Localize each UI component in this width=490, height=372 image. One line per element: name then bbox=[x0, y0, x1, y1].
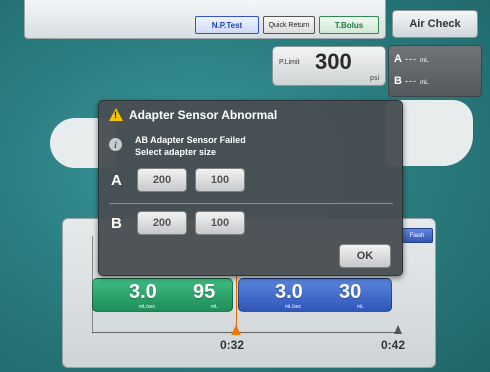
pressure-limit-label: P.Limit bbox=[279, 59, 300, 66]
time-marker-icon[interactable] bbox=[231, 325, 241, 335]
ok-button[interactable]: OK bbox=[339, 244, 391, 268]
pressure-limit-unit: psi bbox=[370, 75, 379, 82]
marker-time-label: 0:32 bbox=[220, 338, 245, 352]
volume-readout-panel: A --- mL B --- mL bbox=[388, 45, 482, 97]
volume-a-row: A --- mL bbox=[394, 53, 428, 65]
pressure-limit-panel[interactable]: P.Limit 300 psi bbox=[272, 46, 386, 86]
dialog-message-line1: AB Adapter Sensor Failed bbox=[135, 135, 246, 145]
volume-a-label: A bbox=[394, 53, 402, 65]
dialog-title: Adapter Sensor Abnormal bbox=[129, 108, 278, 122]
volume-a-unit: mL bbox=[420, 58, 429, 64]
volume-b-row: B --- mL bbox=[394, 75, 428, 87]
phase-b-block[interactable]: 3.0 mL/sec 30 mL bbox=[238, 278, 392, 312]
warning-triangle-icon: ! bbox=[109, 108, 123, 121]
row-b-label: B bbox=[111, 215, 122, 232]
end-marker-icon bbox=[394, 325, 402, 334]
phase-b-volume-unit: mL bbox=[357, 304, 364, 310]
np-test-button[interactable]: N.P.Test bbox=[195, 16, 259, 34]
quick-return-button[interactable]: Quick Return bbox=[263, 16, 315, 34]
flash-button[interactable]: Flash bbox=[401, 228, 433, 243]
end-time-label: 0:42 bbox=[381, 338, 406, 352]
row-a-label: A bbox=[111, 172, 122, 189]
row-b-200-button[interactable]: 200 bbox=[137, 211, 187, 235]
air-check-button[interactable]: Air Check bbox=[392, 10, 478, 38]
phase-a-block[interactable]: 3.0 mL/sec 95 mL bbox=[92, 278, 233, 312]
pressure-limit-value: 300 bbox=[315, 49, 352, 74]
top-toolbar: N.P.Test Quick Return T.Bolus bbox=[24, 0, 386, 39]
volume-b-unit: mL bbox=[420, 80, 429, 86]
info-icon: i bbox=[109, 138, 122, 151]
timeline-axis bbox=[92, 332, 400, 333]
dialog-separator bbox=[109, 203, 393, 204]
phase-a-rate: 3.0 bbox=[129, 281, 157, 303]
t-bolus-button[interactable]: T.Bolus bbox=[319, 16, 379, 34]
phase-b-rate: 3.0 bbox=[275, 281, 303, 303]
phase-a-rate-unit: mL/sec bbox=[139, 304, 156, 310]
volume-b-value: --- bbox=[405, 76, 418, 86]
phase-a-volume: 95 bbox=[193, 281, 216, 303]
dialog-message-line2: Select adapter size bbox=[135, 147, 217, 157]
phase-b-rate-unit: mL/sec bbox=[285, 304, 302, 310]
volume-a-value: --- bbox=[405, 54, 418, 64]
row-b-100-button[interactable]: 100 bbox=[195, 211, 245, 235]
phase-b-volume: 30 bbox=[339, 281, 362, 303]
volume-b-label: B bbox=[394, 75, 402, 87]
row-a-100-button[interactable]: 100 bbox=[195, 168, 245, 192]
row-a-200-button[interactable]: 200 bbox=[137, 168, 187, 192]
adapter-sensor-dialog: ! Adapter Sensor Abnormal i AB Adapter S… bbox=[98, 100, 403, 276]
phase-a-volume-unit: mL bbox=[211, 304, 218, 310]
